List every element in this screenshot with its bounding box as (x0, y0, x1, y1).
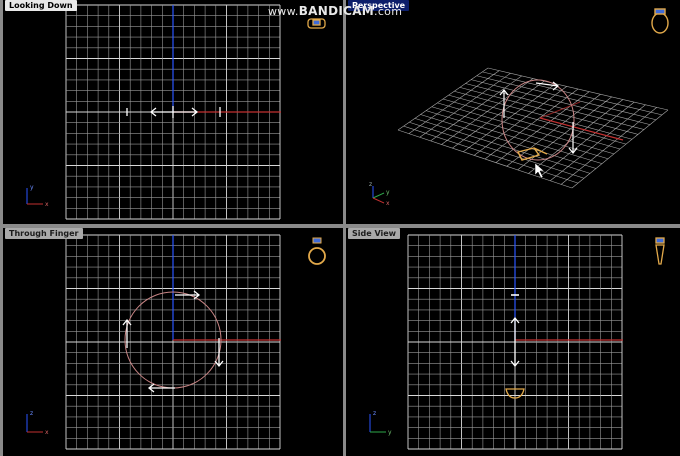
ring-icon (651, 8, 669, 34)
ring-icon (307, 18, 326, 29)
ring-icon (308, 237, 326, 265)
viewport-through-finger[interactable]: z x Through Finger (3, 228, 343, 456)
svg-text:z: z (30, 410, 33, 417)
svg-text:y: y (388, 429, 392, 436)
svg-text:x: x (45, 201, 49, 208)
grid-line (459, 87, 639, 135)
viewport-side-view[interactable]: z y Side View (346, 228, 680, 456)
grid-line (571, 109, 669, 189)
grid-line (550, 104, 646, 181)
svg-text:x: x (45, 429, 49, 436)
svg-text:z: z (369, 181, 372, 188)
grid-line (560, 107, 657, 185)
svg-text:y: y (30, 184, 34, 191)
recording-watermark: www.BANDICAM.com (268, 4, 403, 18)
viewport-perspective[interactable]: z y x Perspective (346, 0, 680, 224)
grid-line (465, 83, 645, 130)
viewport-title[interactable]: Through Finger (5, 228, 83, 239)
top-view-canvas[interactable]: y x (3, 0, 343, 224)
viewport-title[interactable]: Side View (348, 228, 401, 239)
axis-indicator: z y (369, 410, 392, 436)
viewport-looking-down[interactable]: y x Looking Down (3, 0, 343, 224)
rhino-workspace: y x Looking Down z y x Perspective z x T… (0, 0, 680, 456)
perspective-grid (397, 67, 669, 189)
side-view-canvas[interactable]: z y (346, 228, 680, 456)
svg-text:x: x (386, 200, 390, 207)
front-view-canvas[interactable]: z x (3, 228, 343, 456)
svg-text:z: z (373, 410, 376, 417)
svg-text:y: y (386, 189, 390, 196)
viewport-title[interactable]: Looking Down (5, 0, 77, 11)
ring-icon (655, 237, 665, 265)
perspective-canvas[interactable]: z y x (346, 0, 680, 224)
axis-indicator: z y x (369, 181, 390, 207)
axis-indicator: z x (26, 410, 49, 436)
grid-line (471, 79, 651, 125)
axis-indicator: y x (26, 184, 49, 208)
